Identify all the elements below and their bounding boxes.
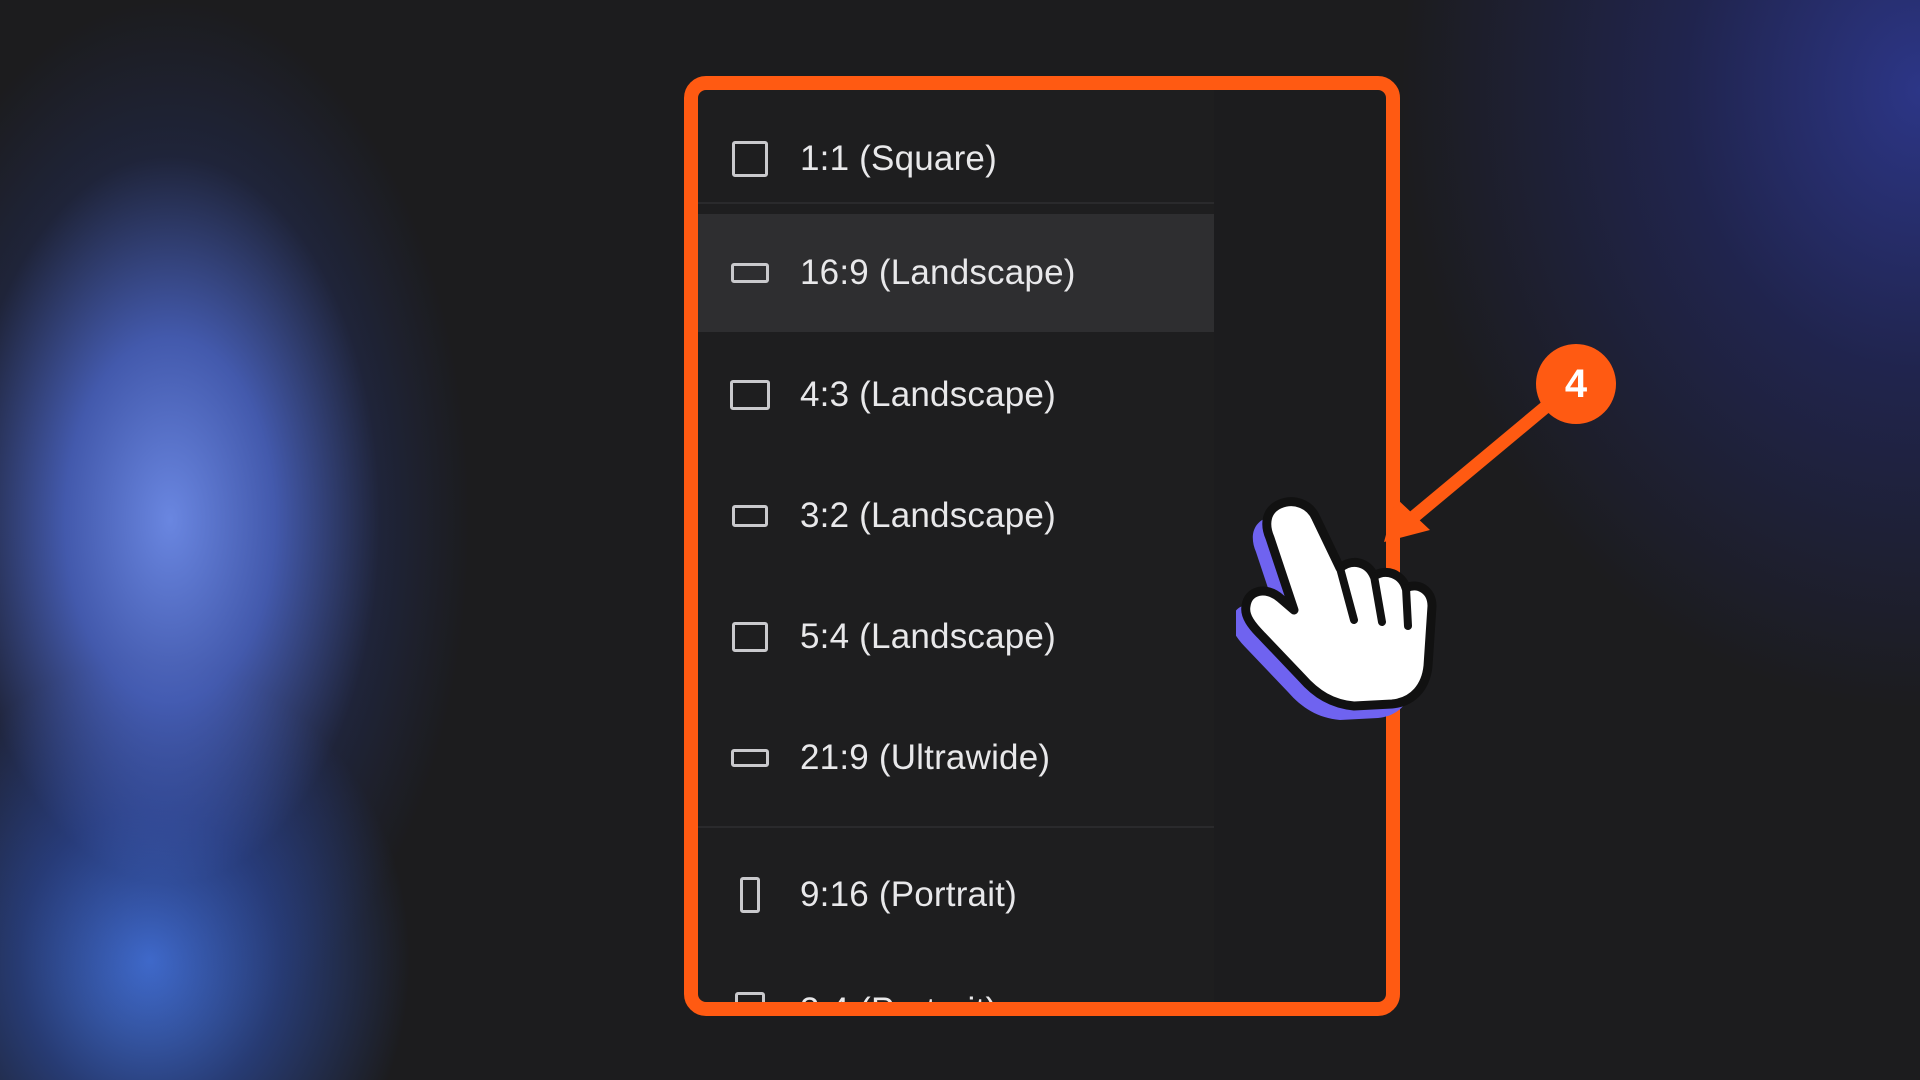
tutorial-stage: 1:1 (Square) 16:9 (Landscape) 4:3 (Lands…	[0, 0, 1920, 1080]
portrait-3-4-icon	[730, 991, 770, 1014]
landscape-4-3-icon	[730, 375, 770, 415]
menu-divider	[694, 826, 1214, 828]
menu-item-3-2-landscape[interactable]: 3:2 (Landscape)	[694, 457, 1214, 575]
menu-item-label: 21:9 (Ultrawide)	[800, 738, 1051, 777]
landscape-5-4-icon	[730, 617, 770, 657]
menu-item-3-4-portrait[interactable]: 3:4 (Portrait)	[694, 952, 1214, 1014]
landscape-16-9-icon	[730, 253, 770, 293]
menu-item-label: 5:4 (Landscape)	[800, 617, 1056, 656]
step-number-badge: 4	[1536, 344, 1616, 424]
portrait-9-16-icon	[730, 875, 770, 915]
ultrawide-21-9-icon	[730, 738, 770, 778]
menu-item-16-9-landscape[interactable]: 16:9 (Landscape)	[694, 214, 1214, 332]
aspect-ratio-menu: 1:1 (Square) 16:9 (Landscape) 4:3 (Lands…	[694, 84, 1214, 1014]
menu-item-label: 16:9 (Landscape)	[800, 253, 1076, 292]
menu-item-label: 1:1 (Square)	[800, 139, 997, 178]
square-ratio-icon	[730, 139, 770, 179]
menu-item-21-9-ultrawide[interactable]: 21:9 (Ultrawide)	[694, 699, 1214, 817]
menu-item-label: 4:3 (Landscape)	[800, 375, 1056, 414]
pointing-hand-cursor-icon	[1236, 497, 1437, 720]
landscape-3-2-icon	[730, 496, 770, 536]
menu-item-label: 3:4 (Portrait)	[800, 991, 998, 1014]
menu-item-4-3-landscape[interactable]: 4:3 (Landscape)	[694, 336, 1214, 454]
menu-item-1-1-square[interactable]: 1:1 (Square)	[694, 100, 1214, 218]
menu-item-label: 9:16 (Portrait)	[800, 875, 1017, 914]
menu-item-label: 3:2 (Landscape)	[800, 496, 1056, 535]
menu-item-5-4-landscape[interactable]: 5:4 (Landscape)	[694, 578, 1214, 696]
menu-divider	[694, 202, 1214, 204]
menu-item-9-16-portrait[interactable]: 9:16 (Portrait)	[694, 836, 1214, 954]
